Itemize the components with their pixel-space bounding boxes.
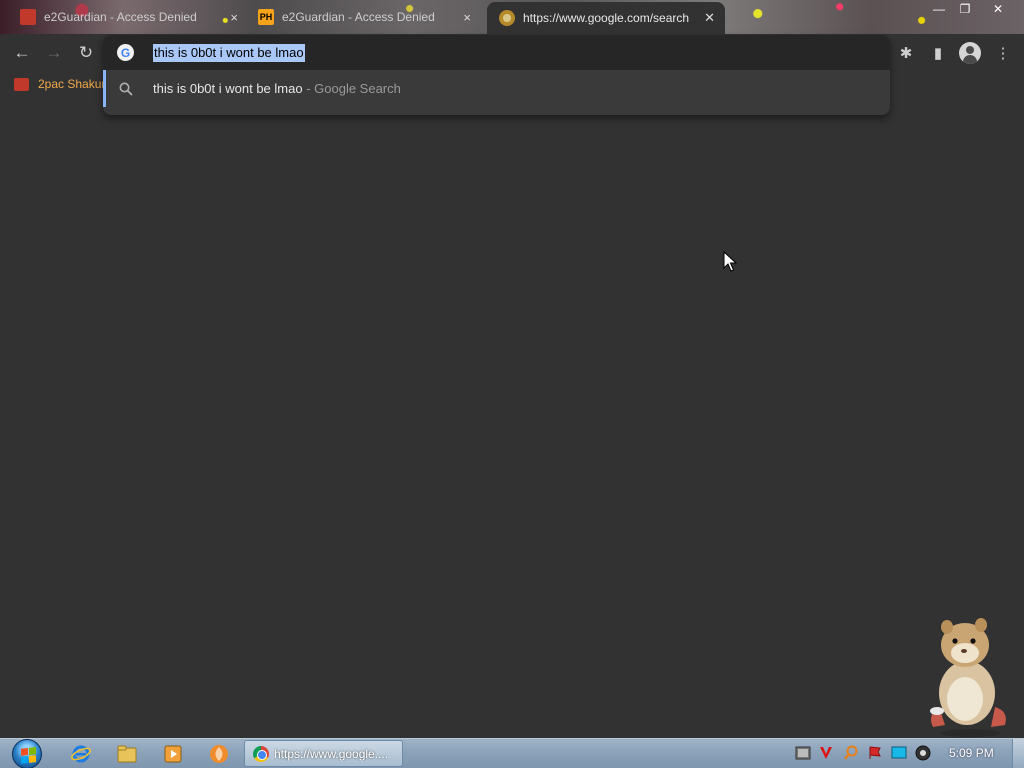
media-player-icon[interactable]	[162, 743, 184, 765]
ph-favicon-icon: PH	[258, 9, 274, 25]
taskbar-clock[interactable]: 5:09 PM	[949, 746, 994, 760]
flag-tray-icon[interactable]	[867, 745, 883, 761]
sidebar-icon[interactable]: ▮	[927, 42, 949, 64]
antivirus-tray-icon[interactable]	[818, 745, 834, 761]
suggestion-provider: Google Search	[314, 81, 401, 96]
mouse-cursor-icon	[723, 251, 737, 272]
minimize-button[interactable]: —	[926, 0, 952, 18]
chrome-icon	[253, 745, 269, 762]
suggestion-text: this is 0b0t i wont be lmao - Google Sea…	[153, 81, 401, 96]
extensions-icon[interactable]: ✱	[895, 42, 917, 64]
taskbar-window-title: https://www.google....	[274, 746, 389, 761]
back-button[interactable]: ←	[10, 42, 34, 64]
display-tray-icon[interactable]	[891, 745, 907, 761]
show-desktop-button[interactable]	[1012, 739, 1024, 768]
window-close-button[interactable]: ✕	[985, 0, 1011, 18]
omnibox[interactable]: G this is 0b0t i wont be lmao	[103, 35, 890, 70]
suggestion-query: this is 0b0t i wont be lmao	[153, 81, 303, 96]
close-tab-icon[interactable]: ×	[463, 10, 471, 25]
google-icon: G	[117, 44, 134, 61]
network-tray-icon[interactable]	[795, 745, 811, 761]
red-lock-favicon-icon	[20, 9, 36, 25]
profile-avatar-icon[interactable]	[959, 42, 981, 64]
app-swirl-icon[interactable]	[208, 743, 230, 765]
taskbar-chrome-window[interactable]: https://www.google....	[244, 740, 403, 767]
bookmarks-bar: 2pac Shakur	[0, 72, 105, 100]
selection-indicator	[103, 70, 106, 107]
omnibox-dropdown: G this is 0b0t i wont be lmao this is 0b…	[103, 35, 890, 115]
maximize-button[interactable]: ❐	[952, 0, 978, 18]
forward-button[interactable]: →	[42, 42, 66, 64]
menu-icon[interactable]: ⋮	[992, 42, 1014, 64]
address-input[interactable]: this is 0b0t i wont be lmao	[153, 44, 305, 62]
tab-access-denied-2[interactable]: PH e2Guardian - Access Denied ×	[252, 4, 477, 30]
file-explorer-icon[interactable]	[116, 743, 138, 765]
tab-title: e2Guardian - Access Denied	[44, 10, 197, 24]
suggestion-separator: -	[302, 81, 315, 96]
screen: e2Guardian - Access Denied × PH e2Guardi…	[0, 0, 1024, 768]
tab-title: e2Guardian - Access Denied	[282, 10, 435, 24]
tab-strip: e2Guardian - Access Denied × PH e2Guardi…	[0, 0, 1024, 34]
close-tab-icon[interactable]: ×	[230, 10, 238, 25]
search-tray-icon[interactable]	[843, 745, 859, 761]
reload-button[interactable]: ↻	[74, 42, 98, 64]
volume-tray-icon[interactable]	[915, 745, 931, 761]
tab-access-denied-1[interactable]: e2Guardian - Access Denied ×	[14, 4, 244, 30]
search-icon	[119, 82, 133, 96]
loading-favicon-icon	[499, 10, 515, 26]
tab-title: https://www.google.com/search	[523, 11, 690, 25]
bookmark-label: 2pac Shakur	[38, 77, 106, 91]
start-button[interactable]	[8, 739, 46, 768]
close-tab-icon[interactable]: ✕	[704, 10, 715, 26]
hamster-sticker-icon	[930, 618, 1006, 737]
tab-google-search[interactable]: https://www.google.com/search ✕	[487, 2, 725, 34]
bookmark-favicon-icon	[14, 77, 29, 91]
windows-logo-icon	[12, 739, 42, 768]
bookmark-item[interactable]: 2pac Shakur	[14, 77, 105, 91]
suggestion-item[interactable]: this is 0b0t i wont be lmao - Google Sea…	[103, 70, 890, 107]
internet-explorer-icon[interactable]	[70, 743, 92, 765]
